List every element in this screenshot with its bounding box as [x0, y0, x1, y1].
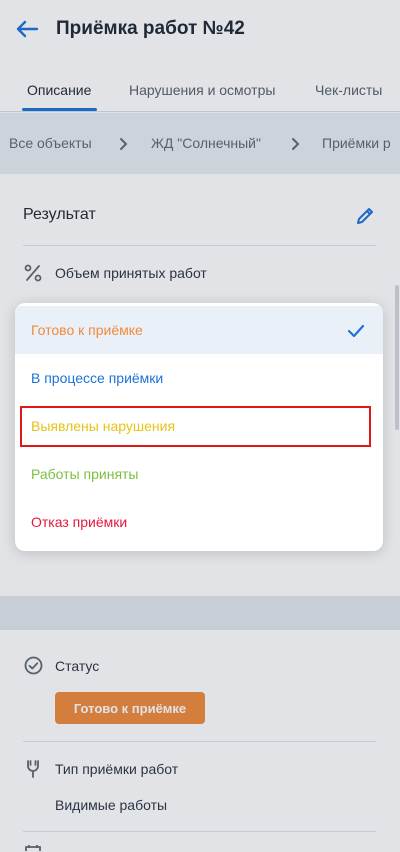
- option-label: Отказ приёмки: [31, 514, 128, 530]
- focus-highlight-box: [20, 406, 371, 447]
- option-label: Работы приняты: [31, 466, 139, 482]
- dropdown-option-in-progress[interactable]: В процессе приёмки: [15, 354, 383, 402]
- option-label: Готово к приёмке: [31, 322, 143, 338]
- option-label: В процессе приёмки: [31, 370, 164, 386]
- dropdown-option-rejected[interactable]: Отказ приёмки: [15, 498, 383, 546]
- checkmark-icon: [347, 324, 365, 338]
- scrollbar-thumb[interactable]: [395, 285, 399, 430]
- dropdown-option-accepted[interactable]: Работы приняты: [15, 450, 383, 498]
- dropdown-option-ready[interactable]: Готово к приёмке: [15, 306, 383, 354]
